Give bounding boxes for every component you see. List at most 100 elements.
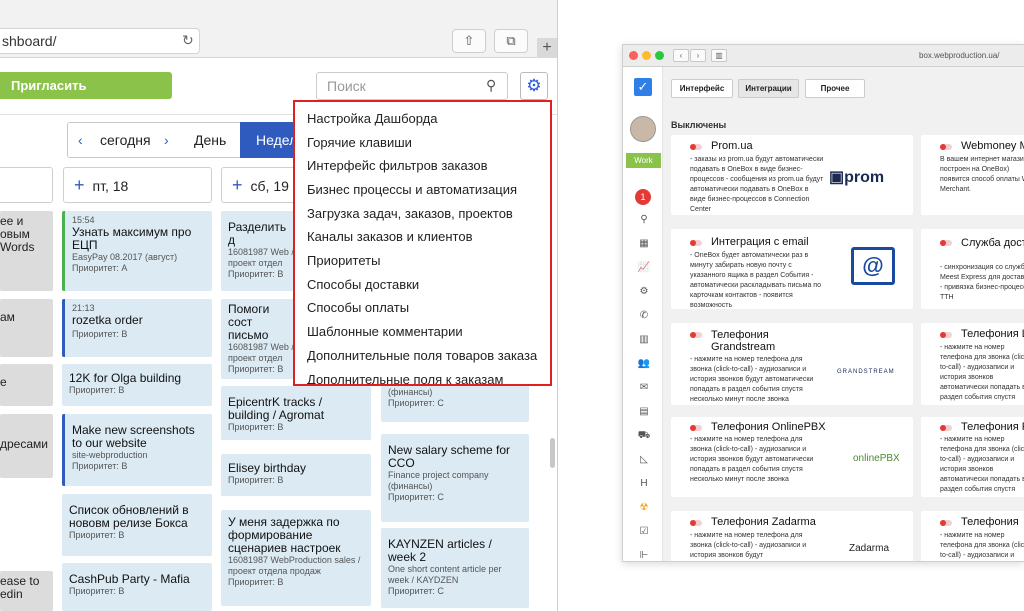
task-card[interactable]: KAYNZEN articles / week 2 One short cont…: [381, 528, 529, 608]
toggle-switch[interactable]: [940, 332, 952, 338]
menu-item[interactable]: Интерфейс фильтров заказов: [307, 158, 488, 173]
chart-icon[interactable]: 📈: [636, 262, 652, 273]
gear-icon[interactable]: ⚙: [520, 72, 548, 100]
integration-card[interactable]: Телефония Zadarma - нажмите на номер тел…: [671, 511, 913, 561]
menu-item[interactable]: Каналы заказов и клиентов: [307, 229, 472, 244]
menu-item[interactable]: Дополнительные поля товаров заказа: [307, 348, 537, 363]
forward-icon[interactable]: ›: [690, 49, 706, 62]
chevron-left-icon[interactable]: ‹: [78, 132, 83, 148]
task-card[interactable]: 12K for Olga building Приоритет: B: [62, 364, 212, 406]
radiation-icon[interactable]: ☢: [636, 502, 652, 513]
phone-icon[interactable]: ✆: [636, 310, 652, 321]
prom-logo: ▣prom: [829, 169, 885, 186]
search-icon[interactable]: ⚲: [636, 214, 652, 225]
reload-icon[interactable]: ↻: [182, 32, 194, 49]
work-status-button[interactable]: Work: [626, 153, 661, 168]
menu-item[interactable]: Бизнес процессы и автоматизация: [307, 182, 517, 197]
address-bar[interactable]: box.webproduction.ua/: [919, 51, 1000, 60]
minimize-icon[interactable]: [642, 51, 651, 60]
today-button[interactable]: сегодня: [100, 132, 151, 148]
toggle-switch[interactable]: [940, 520, 952, 526]
task-card[interactable]: дресами: [0, 414, 53, 478]
tab-integrations[interactable]: Интеграции: [738, 79, 799, 98]
task-card[interactable]: ам: [0, 299, 53, 357]
toggle-switch[interactable]: [940, 240, 952, 246]
toggle-switch[interactable]: [690, 332, 702, 338]
menu-item[interactable]: Загрузка задач, заказов, проектов: [307, 206, 513, 221]
add-task-icon[interactable]: +: [232, 175, 243, 195]
tab-interface[interactable]: Интерфейс: [671, 79, 733, 98]
task-card[interactable]: CashPub Party - Mafia Приоритет: B: [62, 563, 212, 611]
users-icon[interactable]: 👥: [636, 358, 652, 369]
task-card[interactable]: У меня задержка по формирование сценарие…: [221, 510, 371, 606]
checkbox-icon[interactable]: ☑: [636, 526, 652, 537]
day-view-button[interactable]: День: [194, 132, 226, 148]
integration-card[interactable]: Интеграция с email - OneBox будет автома…: [671, 229, 913, 309]
task-card[interactable]: е: [0, 364, 53, 406]
week-view-button[interactable]: Недел: [240, 122, 300, 158]
column-header-fri[interactable]: + пт, 18: [63, 167, 212, 203]
h-icon[interactable]: H: [636, 478, 652, 489]
task-card[interactable]: ease to edin: [0, 571, 53, 611]
mail-icon[interactable]: ✉: [636, 382, 652, 393]
integration-card[interactable]: Телефония OnlinePBX - нажмите на номер т…: [671, 417, 913, 497]
task-card[interactable]: ее и овым Words: [0, 211, 53, 291]
menu-item[interactable]: Способы оплаты: [307, 300, 409, 315]
task-card[interactable]: Make new screenshots to our website site…: [62, 414, 212, 486]
integration-card[interactable]: Телефония Grandstream - нажмите на номер…: [671, 323, 913, 405]
barcode-icon[interactable]: ▥: [636, 334, 652, 345]
back-icon[interactable]: ‹: [673, 49, 689, 62]
toggle-switch[interactable]: [690, 520, 702, 526]
calendar-icon[interactable]: ▦: [636, 238, 652, 249]
task-card[interactable]: Elisey birthday Приоритет: B: [221, 454, 371, 496]
toggle-switch[interactable]: [690, 425, 702, 431]
menu-item[interactable]: Горячие клавиши: [307, 135, 412, 150]
search-icon[interactable]: ⚲: [486, 77, 496, 94]
sidebar-icon[interactable]: ▥: [711, 49, 727, 62]
integrations-panel: Интерфейс Интеграции Прочее Выключены Pr…: [663, 67, 1024, 561]
search-input[interactable]: Поиск: [316, 72, 508, 100]
task-card[interactable]: Разделить д 16081987 Web / проект отдел …: [221, 211, 301, 291]
column-header-sat[interactable]: + сб, 19: [221, 167, 301, 203]
menu-item[interactable]: Дополнительные поля к заказам: [307, 372, 503, 384]
integration-card[interactable]: Телефония L - нажмите на номер телефона …: [921, 323, 1024, 405]
integration-card[interactable]: Телефония - нажмите на номер телефона дл…: [921, 511, 1024, 561]
documents-icon[interactable]: ▤: [636, 406, 652, 417]
invite-employees-button[interactable]: Пригласить сотрудников: [0, 72, 172, 120]
gear-icon[interactable]: ⚙: [636, 286, 652, 297]
share-icon[interactable]: ⇧: [452, 29, 486, 53]
task-card[interactable]: EpicentrK tracks / building / Agromat Пр…: [221, 386, 371, 440]
menu-item[interactable]: Приоритеты: [307, 253, 380, 268]
toggle-switch[interactable]: [940, 144, 952, 150]
toggle-switch[interactable]: [690, 240, 702, 246]
task-card[interactable]: Список обновлений в нововм релизе Бокса …: [62, 494, 212, 556]
notification-badge[interactable]: 1: [635, 189, 651, 205]
integration-card[interactable]: Телефония R - нажмите на номер телефона …: [921, 417, 1024, 497]
address-bar[interactable]: shboard/: [0, 28, 200, 54]
add-task-icon[interactable]: +: [74, 175, 85, 195]
ruler-icon[interactable]: ◺: [636, 454, 652, 465]
task-card[interactable]: 15:54 Узнать максимум про ЕЦП EasyPay 08…: [62, 211, 212, 291]
menu-item[interactable]: Настройка Дашборда: [307, 111, 438, 126]
task-card[interactable]: 21:13 rozetka order Приоритет: B: [62, 299, 212, 357]
toggle-switch[interactable]: [690, 144, 702, 150]
maximize-icon[interactable]: [655, 51, 664, 60]
menu-item[interactable]: Способы доставки: [307, 277, 419, 292]
truck-icon[interactable]: ⛟: [636, 430, 652, 443]
tabs-icon[interactable]: ⧉: [494, 29, 528, 53]
close-icon[interactable]: [629, 51, 638, 60]
chevron-right-icon[interactable]: ›: [164, 132, 169, 148]
menu-item[interactable]: Шаблонные комментарии: [307, 324, 463, 339]
scrollbar[interactable]: [550, 438, 555, 468]
integration-card[interactable]: Служба дост Meest Express - синхронизаци…: [921, 229, 1024, 309]
avatar[interactable]: [630, 116, 656, 142]
new-tab-icon[interactable]: +: [537, 38, 557, 58]
integration-card[interactable]: Webmoney Ma В вашем интернет магазин пос…: [921, 135, 1024, 215]
tree-icon[interactable]: ⊩: [636, 550, 652, 561]
tab-other[interactable]: Прочее: [805, 79, 865, 98]
app-logo-icon[interactable]: ✓: [634, 78, 652, 96]
integration-card[interactable]: Prom.ua - заказы из prom.ua будут автома…: [671, 135, 913, 215]
toggle-switch[interactable]: [940, 425, 952, 431]
task-card[interactable]: New salary scheme for CCO Finance projec…: [381, 434, 529, 522]
task-card[interactable]: Помоги сост письмо 16081987 Web / проект…: [221, 299, 301, 379]
